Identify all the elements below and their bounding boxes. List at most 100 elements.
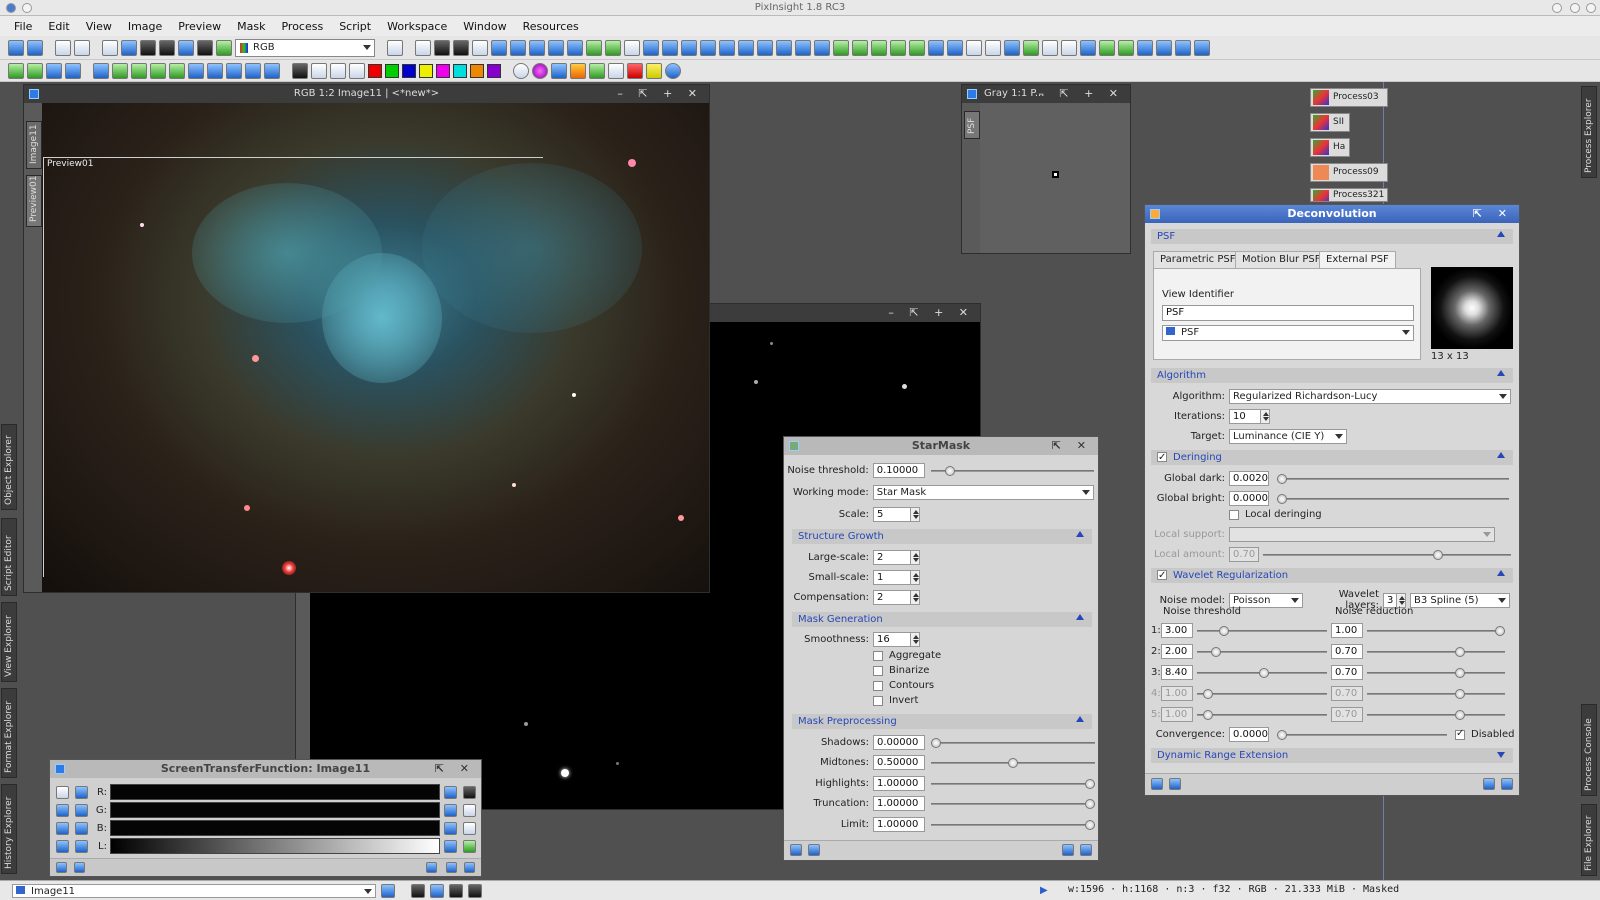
layer-2-threshold-slider[interactable] xyxy=(1197,646,1327,657)
zoom-window-icon[interactable] xyxy=(387,39,403,56)
documentation-icon[interactable] xyxy=(1062,844,1074,856)
local-support-select[interactable] xyxy=(1229,527,1495,542)
explore-icon[interactable] xyxy=(1004,39,1020,56)
limit-slider[interactable] xyxy=(931,819,1095,830)
tab-image11[interactable]: Image11 xyxy=(26,121,42,169)
process-icon-sii[interactable]: SII xyxy=(1310,113,1350,132)
menu-workspace[interactable]: Workspace xyxy=(379,20,455,33)
save-icon[interactable] xyxy=(121,39,137,56)
tab-psf[interactable]: PSF xyxy=(964,111,980,139)
stf-link-icon[interactable] xyxy=(56,785,69,799)
zoom-3-icon[interactable] xyxy=(719,39,735,56)
small-scale-field[interactable]: 1 xyxy=(873,570,911,585)
zoom-full-icon[interactable] xyxy=(548,39,564,56)
preview-edit-icon[interactable] xyxy=(605,39,621,56)
stf-arrows-icon[interactable] xyxy=(75,839,88,853)
noise-threshold-field[interactable]: 0.10000 xyxy=(872,463,925,478)
collapse-icon[interactable] xyxy=(1076,614,1084,620)
process-icon-process03[interactable]: Process03 xyxy=(1310,88,1388,107)
global-bright-slider[interactable] xyxy=(1277,493,1509,504)
spline-select[interactable]: B3 Spline (5) xyxy=(1410,592,1510,608)
mirror2-icon[interactable] xyxy=(264,62,280,79)
mask-icon[interactable] xyxy=(140,39,156,56)
smoothness-spinner[interactable] xyxy=(910,632,920,647)
convergence-disabled-checkbox[interactable] xyxy=(1455,728,1465,740)
new-image-icon[interactable] xyxy=(55,39,71,56)
menu-mask[interactable]: Mask xyxy=(229,20,273,33)
layer-4-reduction-field[interactable]: 0.70 xyxy=(1331,686,1363,701)
side-tab-process-explorer[interactable]: Process Explorer xyxy=(1581,86,1597,178)
binarize-box[interactable] xyxy=(873,665,883,676)
export2-icon[interactable] xyxy=(947,39,963,56)
collapse-icon[interactable] xyxy=(1497,570,1505,576)
mask-generation-section[interactable]: Mask Generation xyxy=(792,612,1092,627)
gray-icon[interactable] xyxy=(292,62,308,79)
transform-icon[interactable] xyxy=(93,62,109,79)
display-mode-icon[interactable] xyxy=(411,884,425,898)
preview01-box[interactable]: Preview01 xyxy=(43,157,543,577)
large-scale-field[interactable]: 2 xyxy=(873,550,911,565)
stf-minus-icon[interactable] xyxy=(75,821,88,835)
structure-growth-section[interactable]: Structure Growth xyxy=(792,529,1092,544)
layer-2-reduction-field[interactable]: 0.70 xyxy=(1331,644,1363,659)
process3-icon[interactable] xyxy=(1118,39,1134,56)
maximize-icon[interactable] xyxy=(1570,3,1580,13)
process-icon-process321[interactable]: Process321 xyxy=(1310,188,1388,202)
contours-box[interactable] xyxy=(873,680,883,691)
layer-1-threshold-slider[interactable] xyxy=(1197,625,1327,636)
list2-icon[interactable] xyxy=(1061,39,1077,56)
stf5-icon[interactable] xyxy=(909,39,925,56)
layer-1-reduction-slider[interactable] xyxy=(1367,625,1505,636)
side-tab-script-editor[interactable]: Script Editor xyxy=(1,518,17,596)
apply-global-icon[interactable] xyxy=(1169,778,1181,790)
aggregate-checkbox[interactable]: Aggregate xyxy=(873,650,941,661)
process-icon[interactable] xyxy=(1080,39,1096,56)
view-options-icon[interactable] xyxy=(381,884,395,898)
process-icon-process09[interactable]: Process09 xyxy=(1310,163,1388,182)
geometry2-icon[interactable] xyxy=(27,62,43,79)
stf-g-histogram[interactable] xyxy=(110,802,440,818)
small-scale-spinner[interactable] xyxy=(910,570,920,585)
psf-section[interactable]: PSF xyxy=(1151,229,1513,244)
tab-preview01[interactable]: Preview01 xyxy=(26,175,42,227)
preferences-icon[interactable] xyxy=(446,862,457,873)
iterations-spinner[interactable] xyxy=(1260,409,1270,424)
zoom-out-icon[interactable] xyxy=(662,39,678,56)
local-deringing-checkbox[interactable]: Local deringing xyxy=(1229,509,1322,520)
starmask-window-buttons[interactable]: ⇱ ✕ xyxy=(1052,437,1092,455)
orange-swatch-icon[interactable] xyxy=(470,63,484,78)
pan-icon[interactable] xyxy=(491,39,507,56)
layer-1-reduction-field[interactable]: 1.00 xyxy=(1331,623,1363,638)
invert-box[interactable] xyxy=(873,695,883,706)
layer-5-threshold-slider[interactable] xyxy=(1197,709,1327,720)
layer-5-threshold-field[interactable]: 1.00 xyxy=(1161,707,1193,722)
stf-auto-icon[interactable] xyxy=(444,785,457,799)
collapse-icon[interactable] xyxy=(1497,231,1505,237)
red-swatch-icon[interactable] xyxy=(368,63,382,78)
noise-threshold-slider[interactable] xyxy=(930,465,1094,476)
script-icon[interactable] xyxy=(646,62,662,79)
process-icon-ha[interactable]: Ha xyxy=(1310,138,1350,157)
mask-view-icon[interactable] xyxy=(197,39,213,56)
documentation-icon[interactable] xyxy=(426,862,437,873)
gray2-icon[interactable] xyxy=(311,62,327,79)
display-mode3-icon[interactable] xyxy=(449,884,463,898)
binarize-checkbox[interactable]: Binarize xyxy=(873,665,929,676)
tab-motion-blur-psf[interactable]: Motion Blur PSF xyxy=(1235,251,1328,269)
run-icon[interactable] xyxy=(627,62,643,79)
stf-b-histogram[interactable] xyxy=(110,820,440,836)
target-select[interactable]: Luminance (CIE Y) xyxy=(1229,429,1347,444)
transform5-icon[interactable] xyxy=(169,62,185,79)
local-deringing-box[interactable] xyxy=(1229,509,1239,520)
zoom-2-icon[interactable] xyxy=(700,39,716,56)
show-mask-icon[interactable] xyxy=(178,39,194,56)
reset-icon[interactable] xyxy=(1080,844,1092,856)
clear-icon[interactable] xyxy=(349,62,365,79)
starmask-dialog[interactable]: StarMask ⇱ ✕ Noise threshold: 0.10000 Work… xyxy=(783,436,1099,861)
window-dark-icon[interactable] xyxy=(434,39,450,56)
apply-global-icon[interactable] xyxy=(74,862,85,873)
stf-dialog[interactable]: ScreenTransferFunction: Image11 ⇱ ✕ R: G:… xyxy=(49,759,482,877)
shadows-field[interactable]: 0.00000 xyxy=(873,735,925,750)
sphere-icon[interactable] xyxy=(532,62,548,79)
view-select[interactable]: PSF xyxy=(1162,325,1414,341)
